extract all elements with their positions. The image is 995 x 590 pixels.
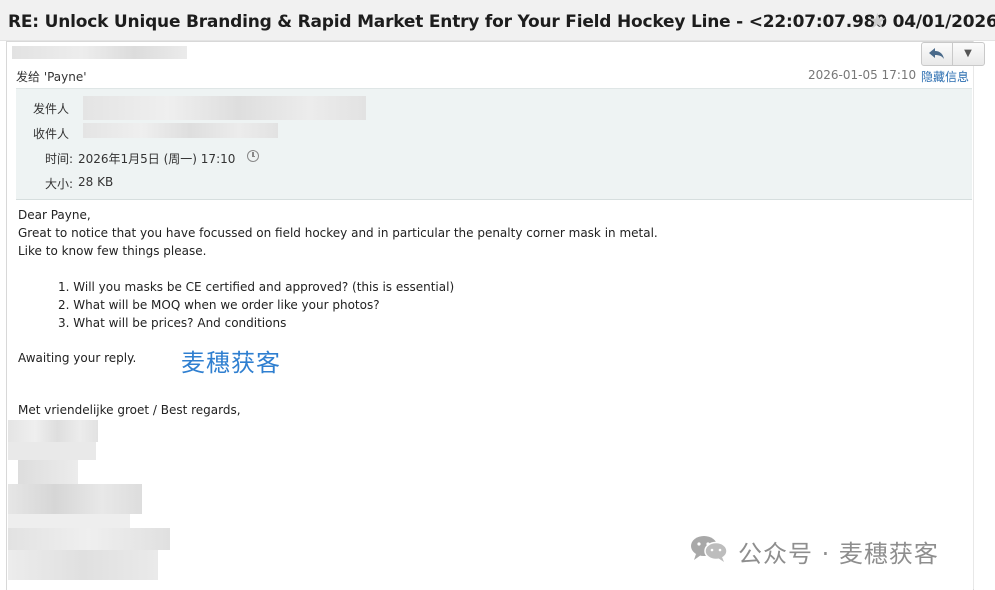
size-value: 28 KB <box>78 175 114 189</box>
star-icon[interactable]: ★ <box>868 9 887 33</box>
message-actions: ▼ <box>921 42 985 66</box>
from-label: 发件人 <box>33 102 70 116</box>
closing-line: Awaiting your reply. <box>18 351 137 365</box>
list-item: 2. What will be MOQ when we order like y… <box>58 298 380 312</box>
redacted-sender-name <box>12 46 187 59</box>
reply-icon[interactable] <box>922 43 953 65</box>
pane-divider <box>973 41 974 589</box>
redacted-from-address <box>83 96 366 110</box>
list-item: 1. Will you masks be CE certified and ap… <box>58 280 455 294</box>
time-value: 2026年1月5日 (周一) 17:10 <box>78 152 236 166</box>
send-to: 发给 'Payne' <box>16 70 87 84</box>
size-label: 大小: <box>45 177 74 191</box>
questions-list: 1. Will you masks be CE certified and ap… <box>58 278 454 332</box>
email-subject: RE: Unlock Unique Branding & Rapid Marke… <box>8 12 995 32</box>
hide-info-link[interactable]: 隐藏信息 <box>921 68 969 85</box>
greeting: Dear Payne, <box>18 208 91 222</box>
chevron-down-icon[interactable]: ▼ <box>953 43 983 65</box>
to-label: 收件人 <box>33 127 70 141</box>
wechat-icon <box>690 534 728 562</box>
redacted-signature <box>8 420 178 585</box>
regards-line: Met vriendelijke groet / Best regards, <box>18 403 241 417</box>
history-icon[interactable] <box>247 150 259 162</box>
list-item: 3. What will be prices? And conditions <box>58 316 287 330</box>
redacted-from-address-2 <box>83 110 366 120</box>
redacted-to-address <box>83 123 278 138</box>
body-line-2: Like to know few things please. <box>18 244 207 258</box>
body-line-1: Great to notice that you have focussed o… <box>18 226 658 240</box>
footer-watermark: 公众号 · 麦穗获客 <box>738 540 939 568</box>
inline-watermark: 麦穗获客 <box>181 349 281 377</box>
title-bar: RE: Unlock Unique Branding & Rapid Marke… <box>0 0 995 41</box>
message-date: 2026-01-05 17:10 <box>808 68 917 82</box>
time-label: 时间: <box>45 152 74 166</box>
